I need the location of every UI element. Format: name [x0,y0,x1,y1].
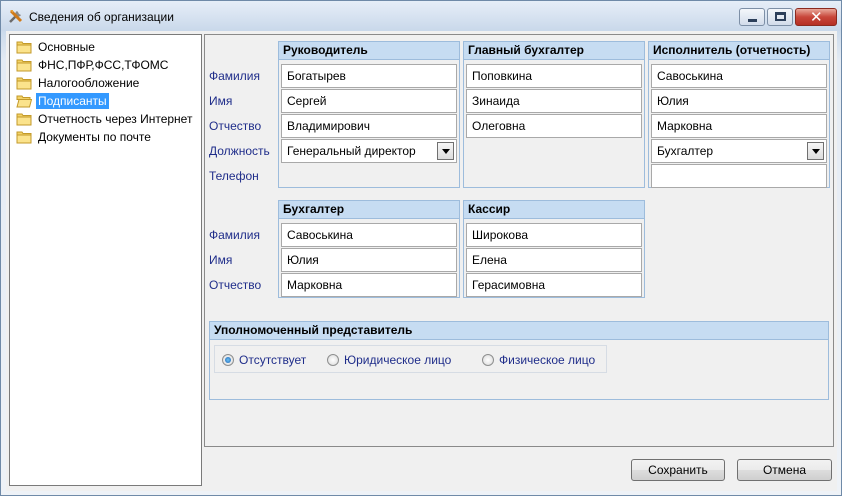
radio-legal-entity[interactable]: Юридическое лицо [327,353,451,367]
executor-position-value: Бухгалтер [657,144,714,158]
chief-accountant-first-name-field[interactable]: Зинаида [466,89,642,113]
label-patronymic: Отчество [209,278,262,292]
executor-patronymic-field[interactable]: Марковна [651,114,827,138]
open-folder-icon [16,94,32,108]
executor-first-name-field[interactable]: Юлия [651,89,827,113]
label-first-name: Имя [209,253,233,267]
label-position: Должность [209,144,270,158]
representative-group-title: Уполномоченный представитель [210,322,828,340]
radio-unchecked-icon [327,354,339,366]
folder-icon [16,112,32,126]
tree-item-label: Подписанты [36,93,109,109]
cancel-button[interactable]: Отмена [737,459,832,481]
tree-item-main[interactable]: Основные [16,39,97,55]
tree-item-label: Документы по почте [38,130,151,144]
cashier-first-name-field[interactable]: Елена [466,248,642,272]
radio-individual[interactable]: Физическое лицо [482,353,595,367]
accountant-patronymic-field[interactable]: Марковна [281,273,457,297]
radio-label: Юридическое лицо [344,353,452,367]
tree-item-label: Отчетность через Интернет [38,112,193,126]
chief-accountant-patronymic-field[interactable]: Олеговна [466,114,642,138]
accountant-first-name-field[interactable]: Юлия [281,248,457,272]
folder-icon [16,58,32,72]
tree-item-mail-documents[interactable]: Документы по почте [16,129,153,145]
head-position-select[interactable]: Генеральный директор [281,139,457,163]
cashier-group-title: Кассир [464,201,644,219]
accountant-group: Бухгалтер Савоськина Юлия Марковна [278,200,460,298]
maximize-button[interactable] [767,8,793,26]
executor-group-title: Исполнитель (отчетность) [649,42,829,60]
folder-icon [16,130,32,144]
chief-accountant-group-title: Главный бухгалтер [464,42,644,60]
maximize-icon [775,12,786,21]
tree-item-label: ФНС,ПФР,ФСС,ТФОМС [38,58,169,72]
client-area: Основные ФНС,ПФР,ФСС,ТФОМС Налогообложен… [6,31,837,491]
chevron-down-icon[interactable] [437,142,454,160]
tree-item-internet-reporting[interactable]: Отчетность через Интернет [16,111,194,127]
chief-accountant-last-name-field[interactable]: Поповкина [466,64,642,88]
folder-icon [16,40,32,54]
minimize-icon [748,19,757,22]
executor-group: Исполнитель (отчетность) Савоськина Юлия… [648,41,830,188]
radio-checked-icon [222,354,234,366]
window-title: Сведения об организации [29,10,174,24]
tree-item-label: Налогообложение [38,76,140,90]
close-button[interactable]: ✕ [795,8,837,26]
title-bar[interactable]: Сведения об организации ✕ [1,1,841,31]
representative-options: Отсутствует Юридическое лицо Физическое … [214,345,607,373]
section-tree: Основные ФНС,ПФР,ФСС,ТФОМС Налогообложен… [9,34,202,486]
label-first-name: Имя [209,94,233,108]
chevron-down-icon[interactable] [807,142,824,160]
cashier-last-name-field[interactable]: Широкова [466,223,642,247]
tools-icon [8,8,24,24]
folder-icon [16,76,32,90]
signatories-panel: Фамилия Имя Отчество Должность Телефон Р… [204,34,834,447]
accountant-group-title: Бухгалтер [279,201,459,219]
save-button[interactable]: Сохранить [631,459,725,481]
dialog-window: Сведения об организации ✕ Основные ФНС,П… [0,0,842,496]
radio-unchecked-icon [482,354,494,366]
executor-position-select[interactable]: Бухгалтер [651,139,827,163]
executor-phone-field[interactable] [651,164,827,188]
radio-label: Физическое лицо [499,353,596,367]
label-phone: Телефон [209,169,259,183]
head-last-name-field[interactable]: Богатырев [281,64,457,88]
label-last-name: Фамилия [209,228,260,242]
radio-absent[interactable]: Отсутствует [222,353,306,367]
head-patronymic-field[interactable]: Владимирович [281,114,457,138]
head-first-name-field[interactable]: Сергей [281,89,457,113]
label-last-name: Фамилия [209,69,260,83]
head-group-title: Руководитель [279,42,459,60]
tree-item-taxation[interactable]: Налогообложение [16,75,141,91]
label-patronymic: Отчество [209,119,262,133]
cashier-group: Кассир Широкова Елена Герасимовна [463,200,645,298]
minimize-button[interactable] [739,8,765,26]
radio-label: Отсутствует [239,353,307,367]
head-group: Руководитель Богатырев Сергей Владимиров… [278,41,460,188]
executor-last-name-field[interactable]: Савоськина [651,64,827,88]
chief-accountant-group: Главный бухгалтер Поповкина Зинаида Олег… [463,41,645,188]
tree-item-label: Основные [38,40,95,54]
representative-group: Уполномоченный представитель Отсутствует… [209,321,829,400]
close-icon: ✕ [810,8,823,26]
tree-item-signatories[interactable]: Подписанты [16,93,109,109]
tree-item-funds[interactable]: ФНС,ПФР,ФСС,ТФОМС [16,57,170,73]
head-position-value: Генеральный директор [287,144,416,158]
cashier-patronymic-field[interactable]: Герасимовна [466,273,642,297]
accountant-last-name-field[interactable]: Савоськина [281,223,457,247]
